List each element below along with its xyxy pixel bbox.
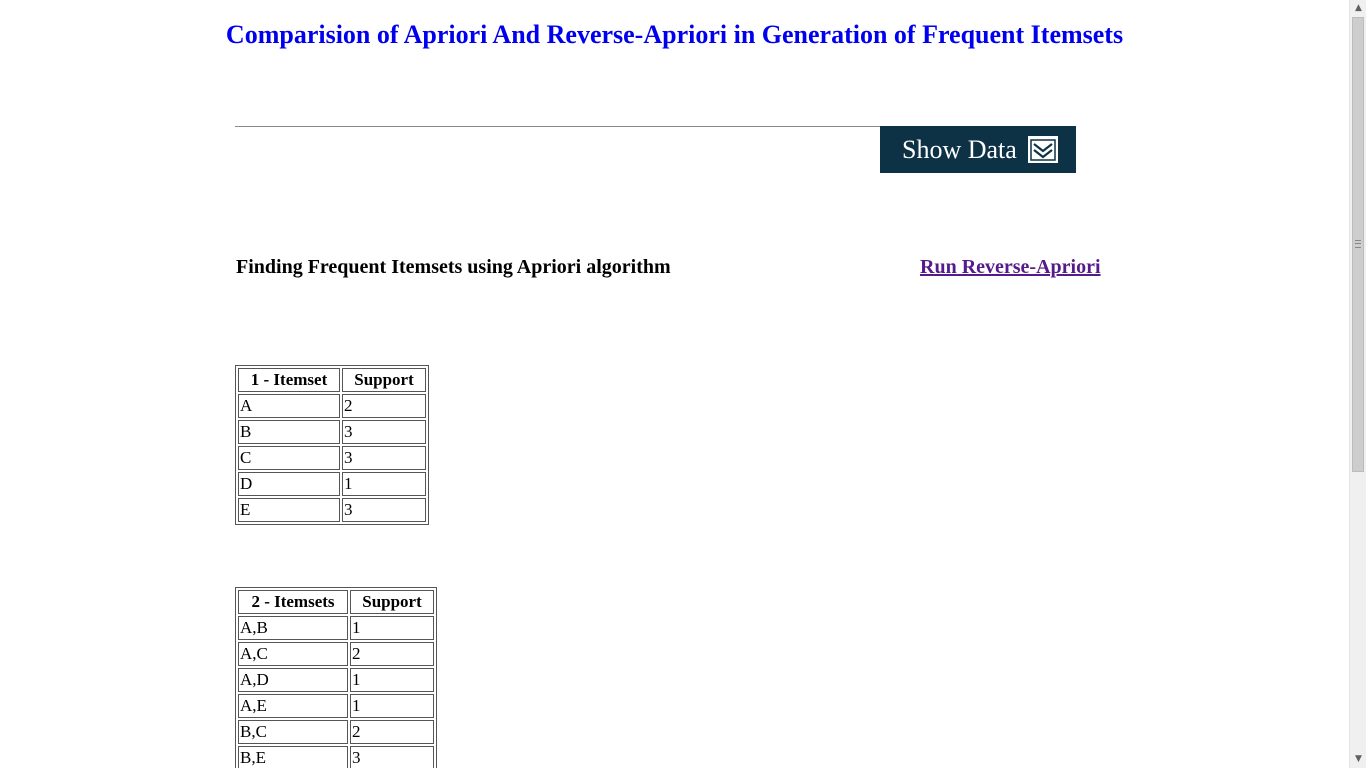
one-itemset-table: 1 - Itemset Support A2 B3 C3 D1 E3 <box>235 365 429 525</box>
support-cell: 1 <box>350 616 434 640</box>
show-data-label: Show Data <box>902 134 1017 164</box>
scrollbar-grip-icon <box>1355 240 1361 248</box>
section-heading: Finding Frequent Itemsets using Apriori … <box>236 256 671 278</box>
vertical-scrollbar[interactable]: ▲ ▼ <box>1349 0 1366 768</box>
table-row: B,E 3 <box>238 746 434 768</box>
itemset-cell: A,D <box>238 668 348 692</box>
table-header-row: 1 - Itemset Support <box>238 368 426 392</box>
support-cell: 1 <box>350 668 434 692</box>
column-header-support: Support <box>342 368 426 392</box>
divider-line <box>235 126 880 127</box>
support-cell: 2 <box>342 394 426 418</box>
itemset-cell: E <box>238 498 340 522</box>
itemset-cell: B <box>238 420 340 444</box>
table-row: A2 <box>238 394 426 418</box>
itemset-cell: A,C <box>238 642 348 666</box>
table-row: A,D 1 <box>238 668 434 692</box>
support-cell: 3 <box>342 420 426 444</box>
support-cell: 1 <box>350 694 434 718</box>
table-row: C3 <box>238 446 426 470</box>
column-header-support: Support <box>350 590 434 614</box>
scrollbar-thumb[interactable] <box>1352 17 1364 472</box>
itemset-cell: B,C <box>238 720 348 744</box>
support-cell: 1 <box>342 472 426 496</box>
support-cell: 3 <box>342 498 426 522</box>
itemset-cell: D <box>238 472 340 496</box>
table-header-row: 2 - Itemsets Support <box>238 590 434 614</box>
support-cell: 2 <box>350 720 434 744</box>
itemset-cell: A,E <box>238 694 348 718</box>
double-chevron-down-icon <box>1027 136 1058 163</box>
table-row: E3 <box>238 498 426 522</box>
page: Comparision of Apriori And Reverse-Aprio… <box>0 0 1349 768</box>
table-row: D1 <box>238 472 426 496</box>
table-row: A,C 2 <box>238 642 434 666</box>
itemset-cell: A,B <box>238 616 348 640</box>
two-itemsets-table: 2 - Itemsets Support A,B 1 A,C 2 A,D 1 A,E 1… <box>235 587 437 768</box>
support-cell: 3 <box>342 446 426 470</box>
show-data-button[interactable]: Show Data <box>880 126 1076 173</box>
support-cell: 2 <box>350 642 434 666</box>
scroll-down-arrow-icon[interactable]: ▼ <box>1350 751 1366 768</box>
support-cell: 3 <box>350 746 434 768</box>
table-row: A,B 1 <box>238 616 434 640</box>
table-row: A,E 1 <box>238 694 434 718</box>
table-row: B3 <box>238 420 426 444</box>
run-reverse-apriori-link[interactable]: Run Reverse-Apriori <box>920 256 1101 279</box>
itemset-cell: C <box>238 446 340 470</box>
scroll-up-arrow-icon[interactable]: ▲ <box>1350 0 1366 17</box>
page-title: Comparision of Apriori And Reverse-Aprio… <box>225 20 1124 49</box>
itemset-cell: B,E <box>238 746 348 768</box>
table-row: B,C 2 <box>238 720 434 744</box>
column-header-itemsets: 2 - Itemsets <box>238 590 348 614</box>
itemset-cell: A <box>238 394 340 418</box>
column-header-itemset: 1 - Itemset <box>238 368 340 392</box>
